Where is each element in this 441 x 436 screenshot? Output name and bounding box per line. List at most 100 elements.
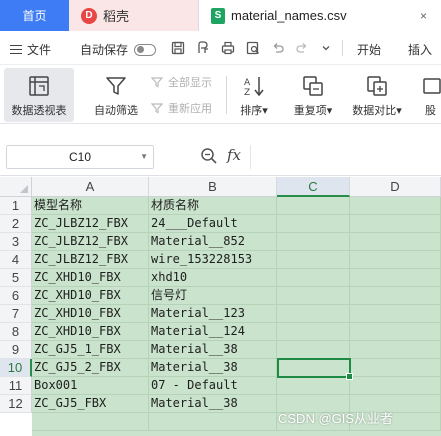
table-cell[interactable] bbox=[350, 323, 441, 341]
table-cell[interactable]: 24___Default bbox=[149, 215, 277, 233]
show-all-icon bbox=[150, 75, 164, 89]
row-header-5[interactable]: 5 bbox=[0, 269, 32, 287]
name-box[interactable]: C10 ▼ bbox=[6, 145, 154, 169]
row-header-7[interactable]: 7 bbox=[0, 305, 32, 323]
table-cell[interactable] bbox=[277, 323, 350, 341]
row-header-4[interactable]: 4 bbox=[0, 251, 32, 269]
active-cell-selection[interactable] bbox=[277, 358, 353, 380]
table-cell[interactable] bbox=[277, 215, 350, 233]
table-cell[interactable]: Material__38 bbox=[149, 341, 277, 359]
spreadsheet-grid: ABCD 1 2 3 4 5 6 7 8 9 10 11 12 模型名称 材质名称 ZC_JLBZ12_F… bbox=[0, 177, 441, 436]
insert-tab[interactable]: 插入 bbox=[408, 41, 432, 58]
table-cell[interactable]: wire_153228153 bbox=[149, 251, 277, 269]
table-cell[interactable] bbox=[277, 269, 350, 287]
tab-home[interactable]: 首页 bbox=[0, 0, 69, 31]
ribbon-toolbar: 数据透视表 自动筛选 全部显示 重新应用 AZ 排序▾ 重复项▾ 数据对比▾ 股 bbox=[0, 66, 441, 124]
table-cell[interactable]: ZC_XHD10_FBX bbox=[32, 287, 149, 305]
undo-icon[interactable] bbox=[270, 40, 286, 56]
table-cell[interactable] bbox=[350, 251, 441, 269]
pivot-table-button[interactable]: 数据透视表 bbox=[4, 68, 74, 122]
row-header-12[interactable]: 12 bbox=[0, 395, 32, 413]
table-cell[interactable]: Material__38 bbox=[149, 359, 277, 377]
sort-button[interactable]: AZ 排序▾ bbox=[232, 68, 276, 122]
table-cell[interactable] bbox=[277, 341, 350, 359]
compare-button[interactable]: 数据对比▾ bbox=[344, 68, 410, 122]
reapply-button[interactable]: 重新应用 bbox=[150, 100, 212, 116]
print-icon[interactable] bbox=[220, 40, 236, 56]
column-header-d[interactable]: D bbox=[350, 177, 441, 197]
table-cell[interactable]: 材质名称 bbox=[149, 197, 277, 215]
table-cell[interactable] bbox=[350, 197, 441, 215]
table-cell[interactable] bbox=[277, 251, 350, 269]
more-ribbon-button[interactable]: 股 bbox=[420, 68, 441, 122]
duplicates-button[interactable]: 重复项▾ bbox=[286, 68, 340, 122]
row-header-11[interactable]: 11 bbox=[0, 377, 32, 395]
table-cell[interactable] bbox=[277, 233, 350, 251]
table-cell[interactable] bbox=[277, 305, 350, 323]
autosave-toggle[interactable]: 自动保存 bbox=[80, 41, 157, 58]
table-cell[interactable]: Material__123 bbox=[149, 305, 277, 323]
table-cell[interactable]: ZC_GJ5_FBX bbox=[32, 395, 149, 413]
row-header-3[interactable]: 3 bbox=[0, 233, 32, 251]
table-cell[interactable] bbox=[350, 269, 441, 287]
table-cell[interactable]: ZC_JLBZ12_FBX bbox=[32, 233, 149, 251]
zoom-icon[interactable] bbox=[200, 147, 218, 165]
column-header-c[interactable]: C bbox=[277, 177, 350, 197]
show-all-button[interactable]: 全部显示 bbox=[150, 74, 212, 90]
redo-icon[interactable] bbox=[294, 40, 310, 56]
table-cell[interactable] bbox=[350, 305, 441, 323]
table-cell[interactable]: 模型名称 bbox=[32, 197, 149, 215]
table-cell[interactable]: ZC_XHD10_FBX bbox=[32, 323, 149, 341]
table-cell[interactable]: Material__38 bbox=[149, 395, 277, 413]
tab-file[interactable]: S material_names.csv × bbox=[198, 0, 441, 31]
export-pdf-icon[interactable] bbox=[195, 40, 211, 56]
table-cell[interactable] bbox=[277, 197, 350, 215]
compare-label-wrap: 数据对比▾ bbox=[352, 102, 402, 118]
column-header-b[interactable]: B bbox=[149, 177, 277, 197]
compare-icon bbox=[365, 72, 389, 100]
table-cell[interactable]: ZC_JLBZ12_FBX bbox=[32, 251, 149, 269]
row-header-8[interactable]: 8 bbox=[0, 323, 32, 341]
start-tab[interactable]: 开始 bbox=[357, 41, 381, 58]
table-cell[interactable] bbox=[149, 413, 277, 431]
name-box-dropdown-icon[interactable]: ▼ bbox=[140, 152, 148, 161]
table-cell[interactable]: Material__124 bbox=[149, 323, 277, 341]
save-icon[interactable] bbox=[170, 40, 186, 56]
svg-text:Z: Z bbox=[244, 88, 250, 98]
formula-input[interactable] bbox=[250, 145, 441, 169]
print-preview-icon[interactable] bbox=[245, 40, 261, 56]
row-header-1[interactable]: 1 bbox=[0, 197, 32, 215]
table-cell[interactable]: ZC_GJ5_1_FBX bbox=[32, 341, 149, 359]
more-dropdown-icon[interactable] bbox=[318, 40, 334, 56]
close-tab-icon[interactable]: × bbox=[420, 9, 427, 23]
cell-area[interactable]: 模型名称 材质名称 ZC_JLBZ12_FBX 24___Default ZC_JLBZ… bbox=[32, 197, 441, 436]
row-header-9[interactable]: 9 bbox=[0, 341, 32, 359]
tab-docer[interactable]: D 稻壳 bbox=[69, 0, 198, 31]
row-header-10[interactable]: 10 bbox=[0, 359, 32, 377]
table-cell[interactable] bbox=[350, 287, 441, 305]
file-menu[interactable]: 文件 bbox=[10, 41, 51, 58]
table-cell[interactable] bbox=[350, 215, 441, 233]
table-cell[interactable] bbox=[350, 341, 441, 359]
table-cell[interactable]: 07 - Default bbox=[149, 377, 277, 395]
select-all-corner[interactable] bbox=[0, 177, 32, 197]
table-cell[interactable]: 信号灯 bbox=[149, 287, 277, 305]
table-cell[interactable]: xhd10 bbox=[149, 269, 277, 287]
column-header-a[interactable]: A bbox=[32, 177, 149, 197]
row-header-2[interactable]: 2 bbox=[0, 215, 32, 233]
table-cell[interactable] bbox=[277, 377, 350, 395]
table-cell[interactable]: Box001 bbox=[32, 377, 149, 395]
table-cell[interactable]: ZC_XHD10_FBX bbox=[32, 305, 149, 323]
table-cell[interactable] bbox=[277, 287, 350, 305]
function-icon[interactable]: fx bbox=[227, 146, 241, 164]
row-header-6[interactable]: 6 bbox=[0, 287, 32, 305]
table-cell[interactable]: ZC_JLBZ12_FBX bbox=[32, 215, 149, 233]
autofilter-button[interactable]: 自动筛选 bbox=[88, 68, 144, 122]
table-cell[interactable] bbox=[350, 359, 441, 377]
table-cell[interactable]: ZC_XHD10_FBX bbox=[32, 269, 149, 287]
table-cell[interactable] bbox=[32, 413, 149, 431]
table-cell[interactable] bbox=[350, 377, 441, 395]
table-cell[interactable]: Material__852 bbox=[149, 233, 277, 251]
table-cell[interactable]: ZC_GJ5_2_FBX bbox=[32, 359, 149, 377]
table-cell[interactable] bbox=[350, 233, 441, 251]
